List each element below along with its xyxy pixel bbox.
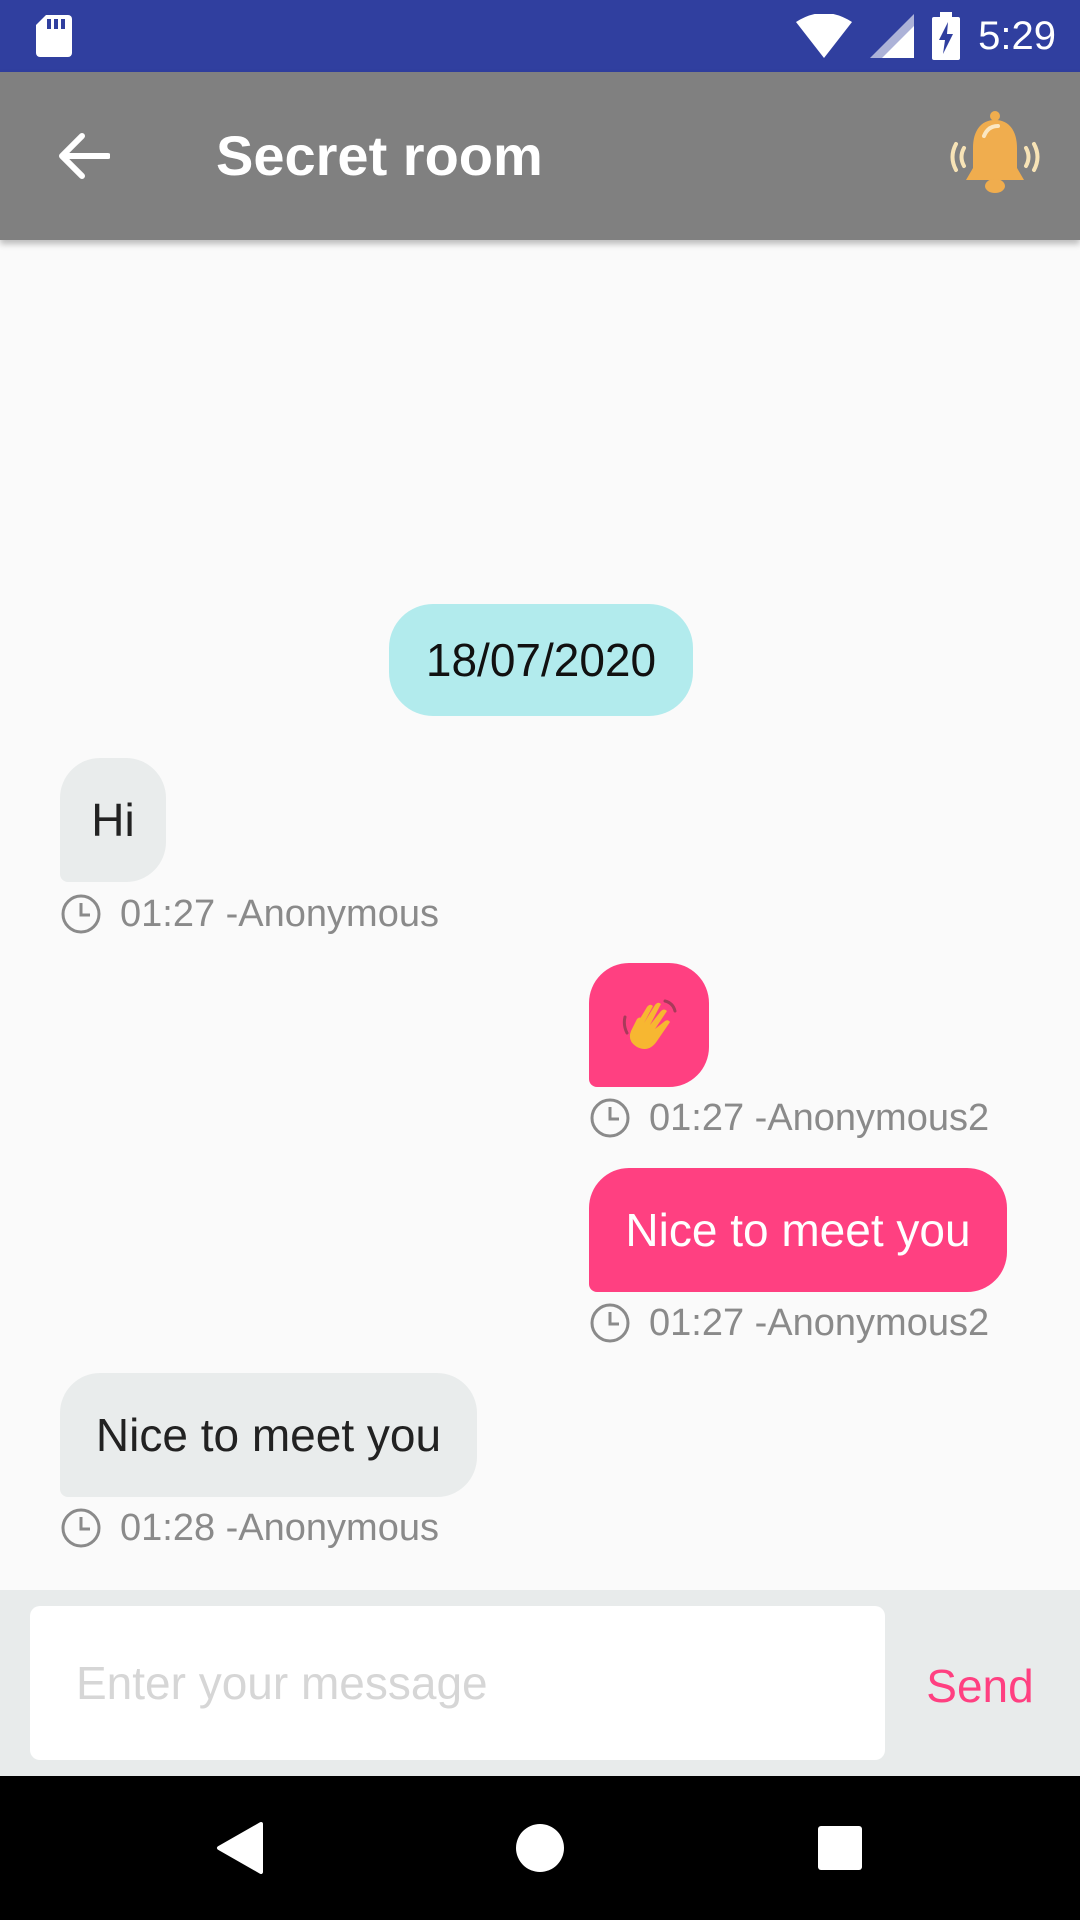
notification-button[interactable]	[940, 102, 1050, 212]
bell-ringing-icon	[950, 111, 1040, 193]
message-composer: Send	[0, 1590, 1080, 1776]
cell-signal-icon	[870, 14, 915, 58]
message-meta: 01:27 -Anonymous	[60, 890, 439, 938]
back-triangle-icon	[217, 1822, 263, 1874]
message-meta: 01:27 -Anonymous2	[589, 1094, 989, 1142]
clock-icon	[590, 1098, 630, 1138]
message-bubble-incoming: Hi	[60, 758, 166, 882]
message-text: Hi	[91, 794, 135, 846]
battery-charging-icon	[932, 12, 961, 60]
back-button[interactable]	[40, 116, 128, 196]
message-meta-text: 01:27 -Anonymous	[120, 892, 439, 935]
waving-hand-icon	[622, 999, 677, 1049]
recents-square-icon	[818, 1826, 862, 1870]
message-text: Nice to meet you	[95, 1409, 442, 1461]
nav-home-button[interactable]	[470, 1776, 610, 1920]
message-meta: 01:28 -Anonymous	[60, 1504, 439, 1552]
arrow-left-icon	[59, 133, 110, 179]
message-text: Nice to meet you	[625, 1204, 971, 1256]
message-meta-text: 01:28 -Anonymous	[120, 1506, 439, 1549]
date-separator: 18/07/2020	[389, 604, 693, 716]
message-meta-text: 01:27 -Anonymous2	[649, 1301, 990, 1344]
wifi-icon	[796, 14, 853, 58]
app-bar: Secret room	[0, 72, 1080, 240]
send-button[interactable]: Send	[900, 1650, 1060, 1722]
system-nav-bar	[0, 1776, 1080, 1920]
clock-icon	[61, 1508, 101, 1548]
message-bubble-outgoing: Nice to meet you	[589, 1168, 1007, 1292]
message-bubble-outgoing: 👋	[589, 963, 709, 1087]
message-meta-text: 01:27 -Anonymous2	[649, 1096, 990, 1139]
page-title: Secret room	[216, 124, 543, 187]
clock-icon	[590, 1303, 630, 1343]
clock-icon	[61, 894, 101, 934]
status-bar: 5:29	[0, 0, 1080, 72]
nav-recents-button[interactable]	[770, 1776, 910, 1920]
status-time: 5:29	[978, 13, 1056, 58]
sd-card-icon	[36, 15, 72, 57]
message-meta: 01:27 -Anonymous2	[589, 1299, 989, 1347]
message-bubble-incoming: Nice to meet you	[60, 1373, 477, 1497]
home-circle-icon	[516, 1824, 564, 1872]
nav-back-button[interactable]	[170, 1776, 310, 1920]
message-input[interactable]	[30, 1606, 885, 1760]
